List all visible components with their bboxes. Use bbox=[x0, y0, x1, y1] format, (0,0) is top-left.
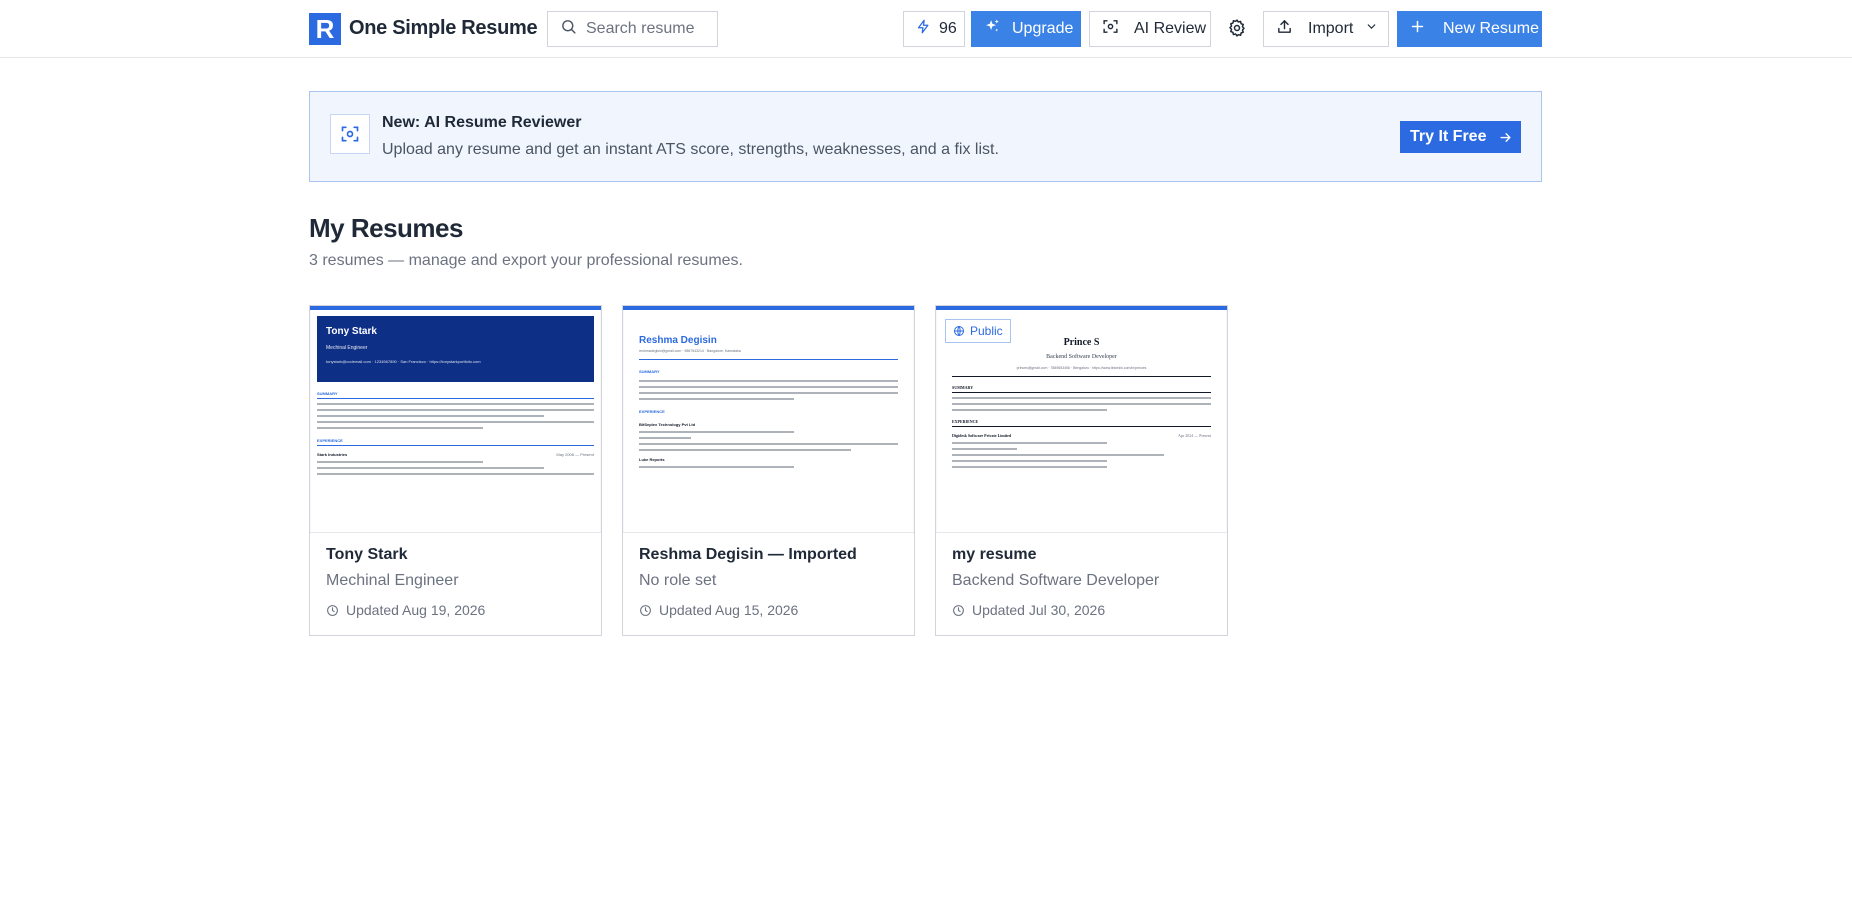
plus-icon bbox=[1410, 19, 1425, 39]
scan-icon bbox=[1102, 18, 1119, 40]
page-subtitle: 3 resumes — manage and export your profe… bbox=[309, 252, 743, 269]
resume-title: Reshma Degisin — Imported bbox=[639, 546, 857, 563]
settings-gear-icon[interactable] bbox=[1227, 18, 1247, 38]
thumbnail-company: Digidesk Software Private Limited bbox=[952, 433, 1012, 438]
thumbnail-contact: princes@gmail.com · 7889653456 · Bengalu… bbox=[1016, 366, 1147, 370]
resume-card[interactable]: Public Prince S Backend Software Develop… bbox=[935, 305, 1228, 636]
thumbnail-company: BitSeplex Technology Pvt Ltd bbox=[639, 422, 696, 427]
resume-card[interactable]: Tony Stark Mechinal Engineer tonystark@c… bbox=[309, 305, 602, 636]
globe-icon bbox=[954, 326, 964, 336]
clock-icon bbox=[327, 604, 338, 616]
import-button[interactable]: Import bbox=[1263, 11, 1389, 47]
thumbnail-section-heading: EXPERIENCE bbox=[317, 438, 594, 446]
thumbnail-section-heading: SUMMARY bbox=[639, 369, 660, 374]
thumbnail-dates: May 2008 — Present bbox=[556, 452, 594, 457]
thumbnail-company: Stark Industries bbox=[317, 452, 348, 457]
banner-title: New: AI Resume Reviewer bbox=[382, 114, 582, 131]
resume-preview[interactable]: Reshma Degisin reshmadegisin@gmail.com ·… bbox=[623, 310, 914, 533]
arrow-right-icon bbox=[1498, 130, 1513, 145]
thumbnail-contact: tonystark@codemail.com · 1234567890 · Sa… bbox=[326, 359, 481, 364]
public-badge: Public bbox=[945, 319, 1011, 343]
app-brand-name[interactable]: One Simple Resume bbox=[349, 14, 538, 42]
resume-updated-text: Updated Jul 30, 2026 bbox=[972, 602, 1106, 618]
resume-role: Backend Software Developer bbox=[952, 572, 1160, 589]
lightning-icon bbox=[916, 19, 931, 39]
resume-role: No role set bbox=[639, 572, 717, 589]
search-box[interactable] bbox=[547, 11, 718, 47]
ai-review-button[interactable]: AI Review bbox=[1089, 11, 1211, 47]
scan-icon bbox=[330, 114, 370, 154]
thumbnail-role: Mechinal Engineer bbox=[326, 345, 368, 351]
clock-icon bbox=[640, 604, 651, 616]
resume-updated: Updated Aug 19, 2026 bbox=[326, 602, 485, 618]
clock-icon bbox=[953, 604, 964, 616]
resume-thumbnail: Prince S Backend Software Developer prin… bbox=[937, 310, 1226, 532]
upload-icon bbox=[1276, 18, 1293, 40]
ai-reviewer-banner: New: AI Resume Reviewer Upload any resum… bbox=[309, 91, 1542, 182]
thumbnail-name: Tony Stark bbox=[326, 326, 377, 337]
resume-card[interactable]: Reshma Degisin reshmadegisin@gmail.com ·… bbox=[622, 305, 915, 636]
resume-updated: Updated Aug 15, 2026 bbox=[639, 602, 798, 618]
resume-title: Tony Stark bbox=[326, 546, 408, 563]
upgrade-button[interactable]: Upgrade bbox=[971, 11, 1081, 47]
app-logo[interactable]: R bbox=[309, 13, 341, 45]
sparkles-icon bbox=[984, 18, 1001, 40]
resume-preview[interactable]: Public Prince S Backend Software Develop… bbox=[936, 310, 1227, 533]
page-title: My Resumes bbox=[309, 213, 463, 243]
resume-updated-text: Updated Aug 15, 2026 bbox=[659, 602, 799, 618]
thumbnail-dates: Apr 2024 — Present bbox=[1178, 433, 1211, 438]
new-resume-button[interactable]: New Resume bbox=[1397, 11, 1542, 47]
chevron-down-icon bbox=[1365, 20, 1378, 38]
resume-thumbnail: Tony Stark Mechinal Engineer tonystark@c… bbox=[311, 310, 600, 532]
import-label: Import bbox=[1308, 20, 1354, 37]
resume-thumbnail-header: Tony Stark Mechinal Engineer tonystark@c… bbox=[317, 316, 594, 382]
credits-button[interactable]: 96 bbox=[903, 11, 965, 47]
resume-updated-text: Updated Aug 19, 2026 bbox=[346, 602, 486, 618]
resume-updated: Updated Jul 30, 2026 bbox=[952, 602, 1105, 618]
thumbnail-contact: reshmadegisin@gmail.com · 9867543214 · B… bbox=[639, 349, 741, 353]
public-badge-label: Public bbox=[970, 324, 1003, 338]
credits-count: 96 bbox=[939, 20, 957, 37]
thumbnail-section-heading: EXPERIENCE bbox=[639, 409, 665, 414]
resume-title: my resume bbox=[952, 546, 1037, 563]
new-resume-label: New Resume bbox=[1443, 20, 1540, 37]
try-it-free-button[interactable]: Try It Free bbox=[1400, 121, 1521, 153]
ai-review-label: AI Review bbox=[1134, 20, 1207, 37]
search-input[interactable] bbox=[586, 20, 716, 38]
thumbnail-section-heading: SUMMARY bbox=[317, 391, 594, 399]
thumbnail-section-heading: SUMMARY bbox=[952, 385, 1211, 393]
resume-role: Mechinal Engineer bbox=[326, 572, 459, 589]
thumbnail-section-heading: EXPERIENCE bbox=[952, 419, 1211, 427]
banner-description: Upload any resume and get an instant ATS… bbox=[382, 141, 999, 158]
search-icon bbox=[560, 18, 577, 40]
upgrade-label: Upgrade bbox=[1012, 20, 1074, 37]
try-it-free-label: Try It Free bbox=[1410, 128, 1487, 145]
thumbnail-name: Reshma Degisin bbox=[639, 335, 717, 346]
resume-preview[interactable]: Tony Stark Mechinal Engineer tonystark@c… bbox=[310, 310, 601, 533]
thumbnail-role: Backend Software Developer bbox=[1046, 354, 1117, 360]
resume-thumbnail: Reshma Degisin reshmadegisin@gmail.com ·… bbox=[624, 310, 913, 532]
thumbnail-company: Luke Reports bbox=[639, 457, 665, 462]
top-bar: R One Simple Resume 96 Upgrade AI Review… bbox=[0, 0, 1852, 58]
